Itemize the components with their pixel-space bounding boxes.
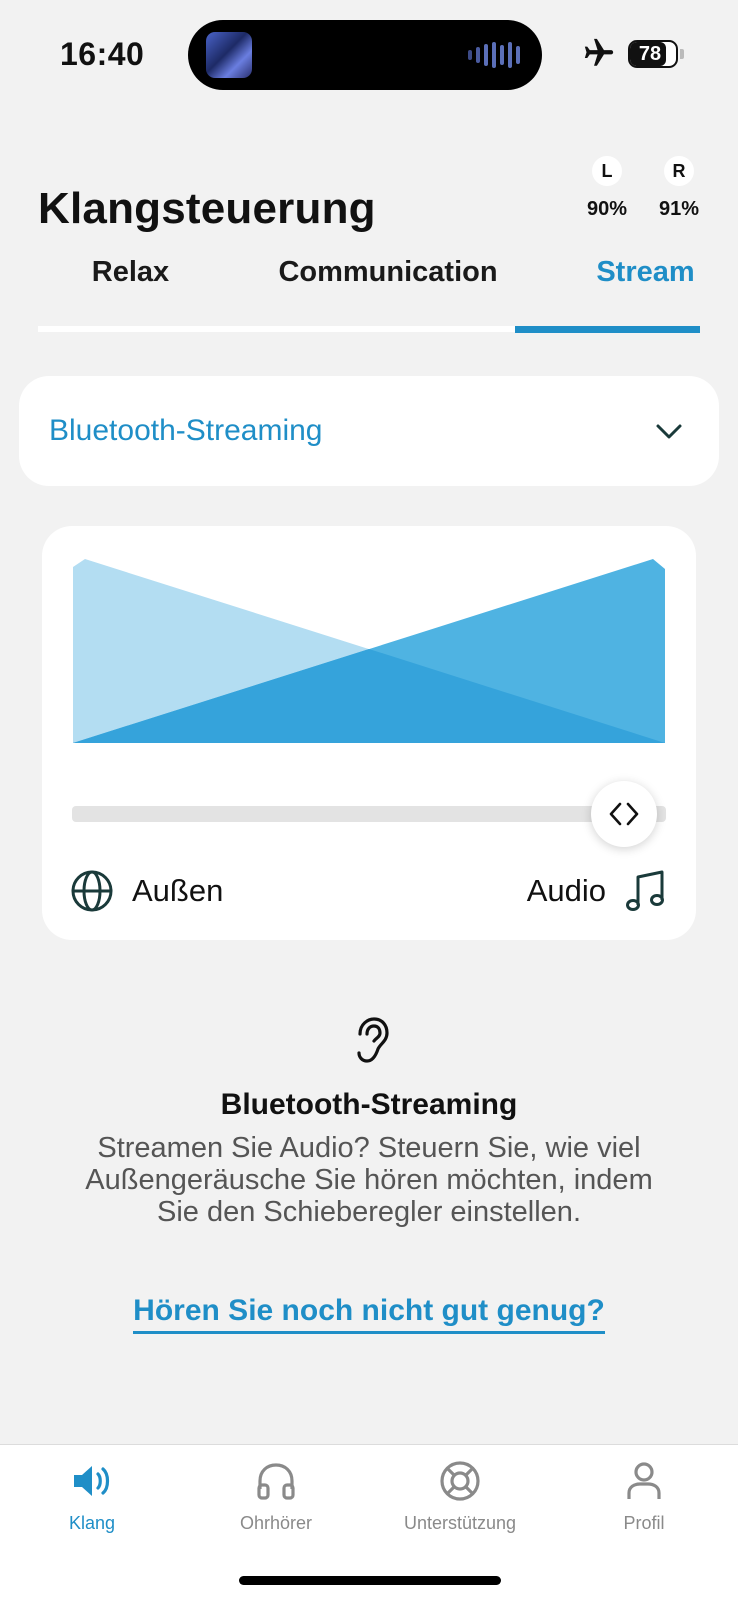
dynamic-island[interactable]	[188, 20, 542, 90]
chevron-down-icon	[656, 424, 682, 439]
nav-item-profil[interactable]: Profil	[552, 1459, 736, 1534]
hearing-help-link-container: Hören Sie noch nicht gut genug?	[0, 1294, 738, 1334]
status-time: 16:40	[60, 36, 145, 72]
headphones-icon	[257, 1463, 295, 1500]
speaker-icon	[74, 1466, 110, 1496]
info-title: Bluetooth-Streaming	[220, 1088, 518, 1121]
earbud-side-label: R	[664, 156, 694, 186]
audio-label: Audio	[526, 873, 606, 908]
ambient-label: Außen	[132, 873, 224, 908]
music-note-icon	[626, 870, 664, 911]
mode-tabs: Relax Communication Stream	[38, 256, 700, 334]
now-playing-artwork	[206, 32, 252, 78]
nav-label: Ohrhörer	[239, 1513, 313, 1533]
battery-tip	[680, 49, 684, 59]
audio-side: Audio	[527, 866, 666, 916]
earbud-side-label: L	[592, 156, 622, 186]
drag-handle-icon	[610, 802, 639, 826]
info-description: Streamen Sie Audio? Steuern Sie, wie vie…	[85, 1132, 653, 1228]
mix-slider-track[interactable]	[72, 806, 666, 822]
tab-relax[interactable]: Relax	[38, 256, 223, 289]
lifebuoy-icon	[440, 1461, 480, 1501]
nav-item-unterstuetzung[interactable]: Unterstützung	[368, 1459, 552, 1534]
person-icon	[627, 1462, 661, 1499]
home-indicator[interactable]	[239, 1576, 501, 1585]
page-title: Klangsteuerung	[38, 184, 376, 233]
left-earbud-status: L 90%	[572, 156, 642, 221]
hearing-help-link[interactable]: Hören Sie noch nicht gut genug?	[133, 1294, 605, 1334]
mode-dropdown[interactable]: Bluetooth-Streaming	[19, 376, 719, 486]
nav-label: Unterstützung	[403, 1513, 517, 1533]
dropdown-value: Bluetooth-Streaming	[49, 414, 323, 447]
globe-icon	[71, 870, 113, 912]
screen: 16:40 78 Klangsteuerung L 90% R 91% Rela…	[0, 0, 738, 1600]
ambient-audio-mixer-card: Außen Audio	[42, 526, 696, 940]
nav-item-klang[interactable]: Klang	[0, 1459, 184, 1534]
airplane-mode-icon	[584, 38, 614, 66]
tab-stream[interactable]: Stream	[553, 256, 738, 289]
battery-icon: 78	[628, 40, 678, 68]
ear-icon	[357, 1017, 389, 1063]
mix-slider-thumb[interactable]	[591, 781, 658, 847]
right-earbud-status: R 91%	[644, 156, 714, 221]
nav-label: Profil	[623, 1513, 665, 1533]
earbud-battery-level: 90%	[586, 198, 628, 220]
tab-active-indicator	[515, 326, 700, 333]
audio-waveform-icon	[468, 42, 520, 68]
nav-item-ohrhoerer[interactable]: Ohrhörer	[184, 1459, 368, 1534]
tab-communication[interactable]: Communication	[223, 256, 553, 289]
ambient-side: Außen	[70, 866, 223, 916]
mix-visualization	[73, 559, 665, 743]
earbud-battery-level: 91%	[658, 198, 700, 220]
nav-label: Klang	[68, 1513, 116, 1533]
battery-level: 78	[638, 43, 662, 65]
